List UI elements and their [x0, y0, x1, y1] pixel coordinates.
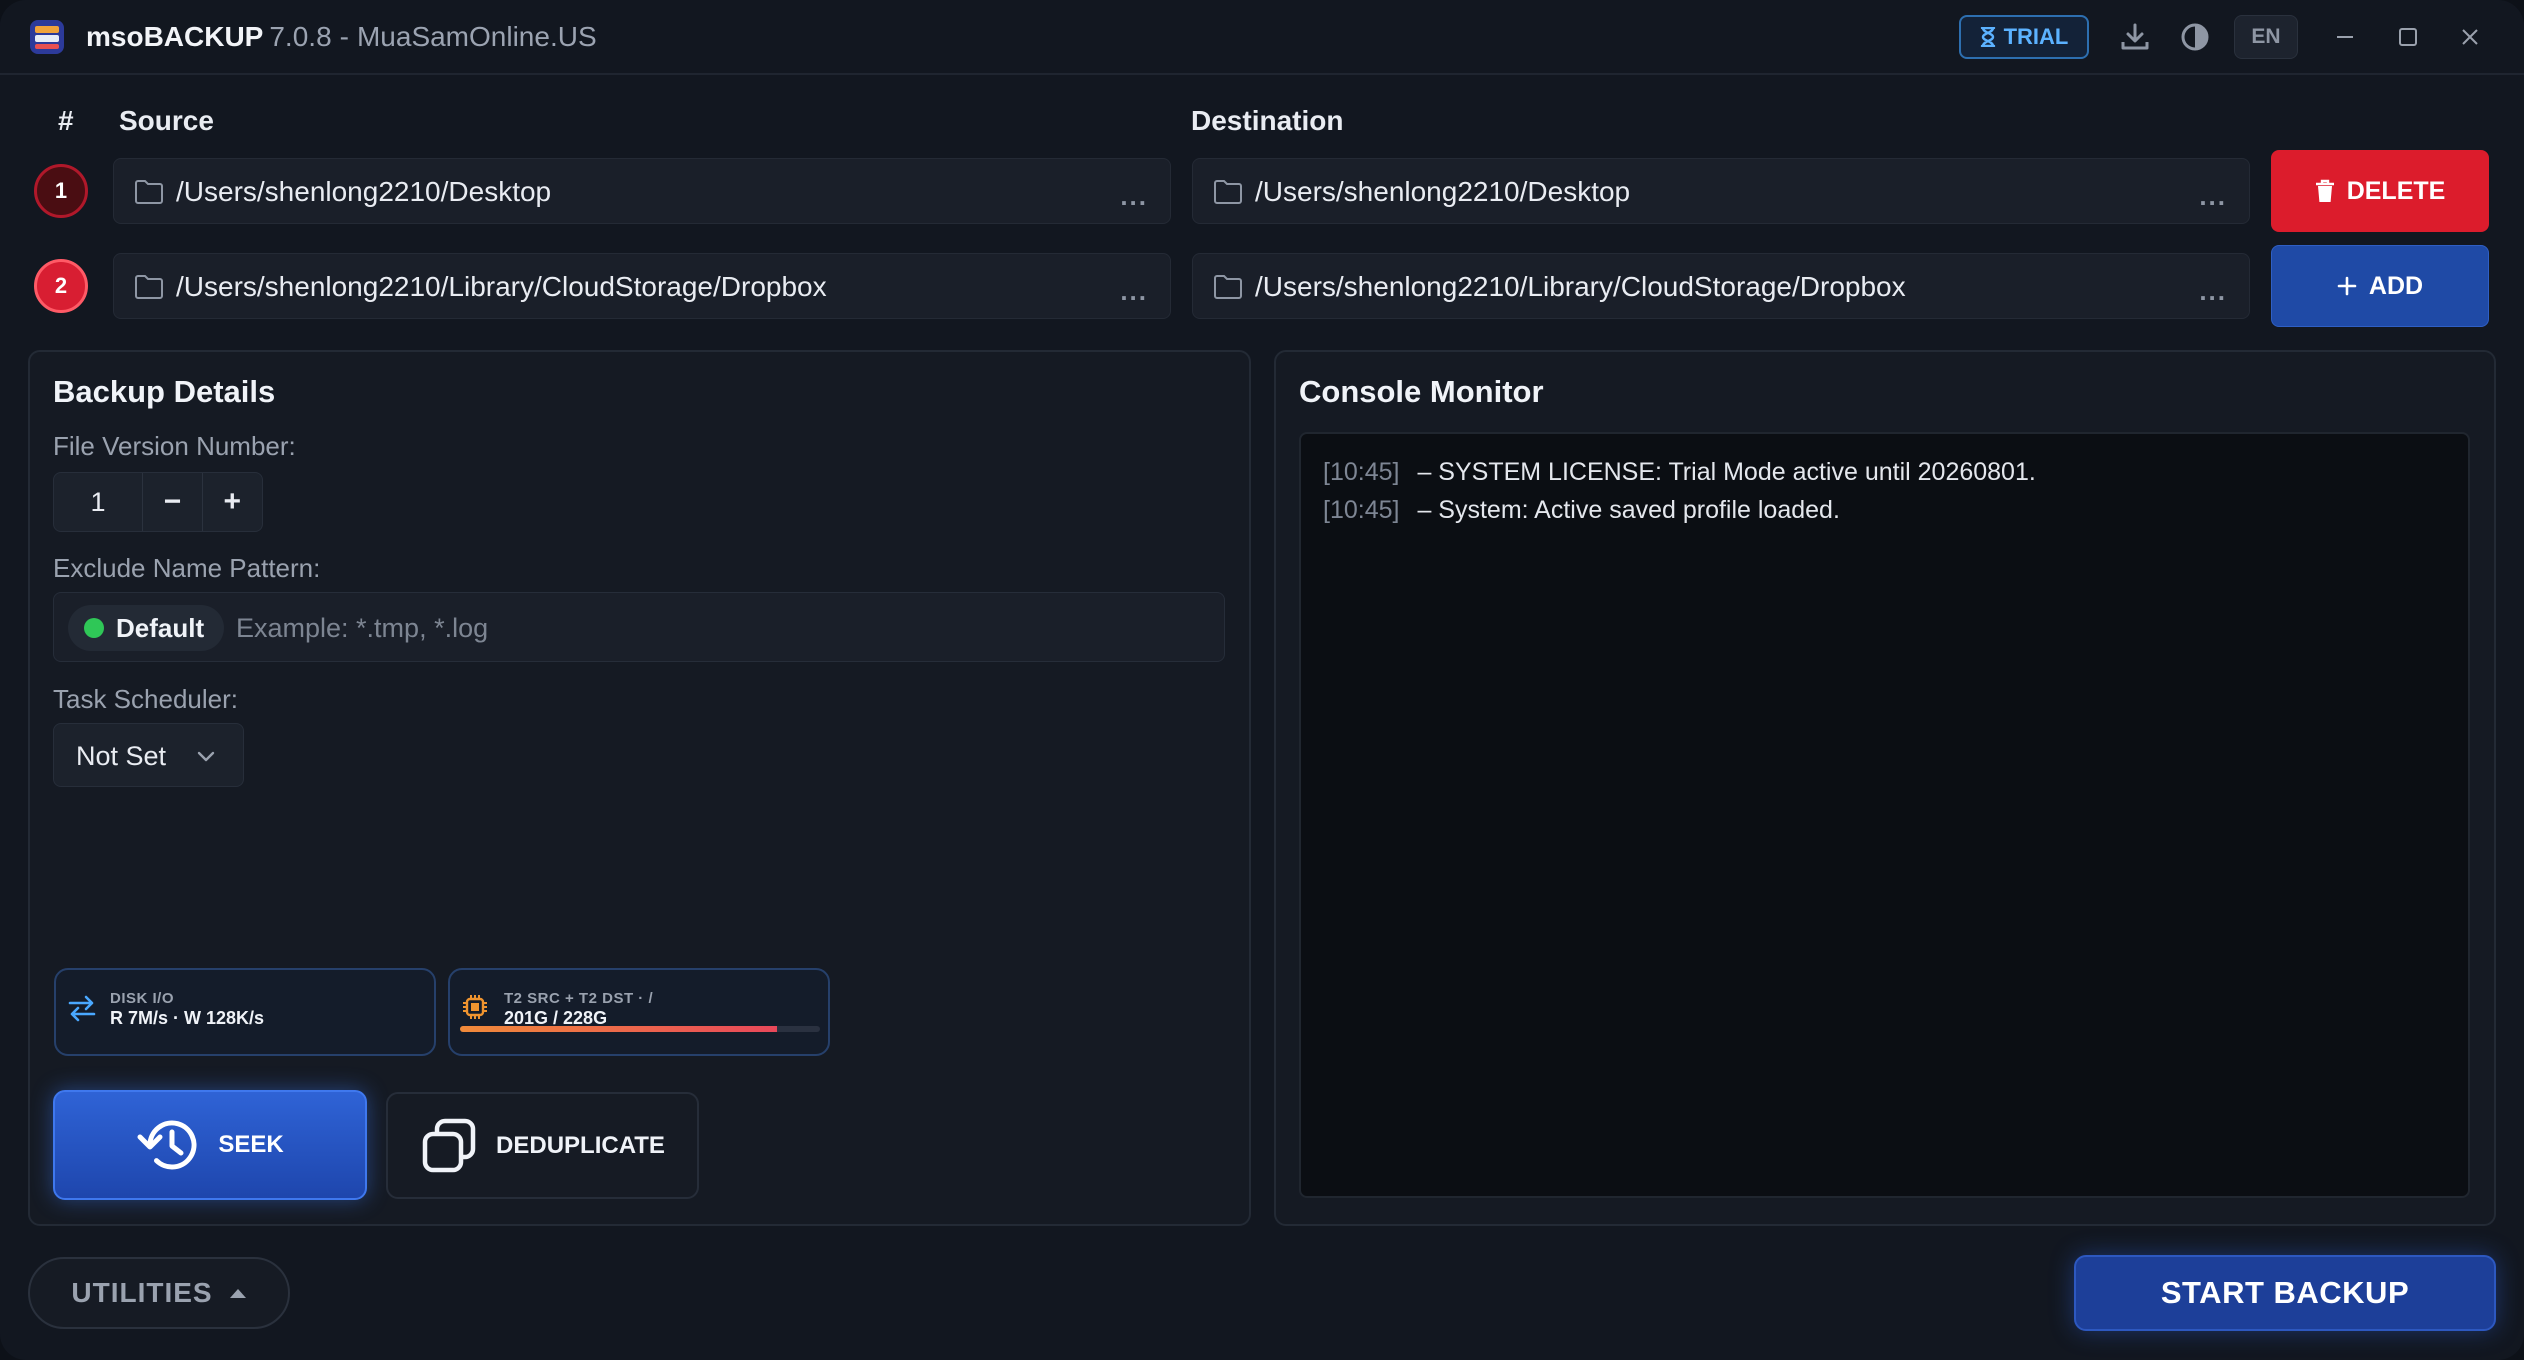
row-number-badge: 1	[34, 164, 88, 218]
seek-button[interactable]: SEEK	[53, 1090, 367, 1200]
console-title: Console Monitor	[1299, 374, 1544, 409]
status-dot	[84, 618, 104, 638]
browse-more-button[interactable]: ...	[2199, 181, 2227, 212]
app-site: MuaSamOnline.US	[356, 21, 597, 52]
folder-icon	[135, 180, 163, 204]
browse-more-button[interactable]: ...	[1120, 276, 1148, 307]
disk-io-label: DISK I/O	[110, 990, 175, 1007]
transfer-arrows-icon	[68, 995, 96, 1022]
source-path-text: /Users/shenlong2210/Library/CloudStorage…	[176, 271, 827, 302]
destination-path-text: /Users/shenlong2210/Desktop	[1255, 176, 1631, 207]
app-version: 7.0.8	[269, 21, 332, 52]
folder-icon	[1214, 180, 1242, 204]
trial-badge[interactable]: TRIAL	[1959, 15, 2089, 59]
theme-toggle-icon[interactable]	[2176, 18, 2214, 56]
version-value[interactable]: 1	[54, 473, 144, 531]
destination-column-header: Destination	[1191, 105, 1344, 136]
title-separator: -	[339, 21, 349, 52]
log-line: [10:45] – SYSTEM LICENSE: Trial Mode acti…	[1323, 456, 2036, 488]
history-icon	[137, 1120, 197, 1170]
destination-path-field[interactable]: /Users/shenlong2210/Desktop ...	[1192, 158, 2250, 224]
scheduler-label: Task Scheduler:	[53, 684, 238, 714]
storage-label: T2 SRC + T2 DST · /	[504, 990, 654, 1007]
exclude-pattern-field[interactable]: Default Example: *.tmp, *.log	[53, 592, 1225, 662]
app-logo-icon	[30, 20, 64, 54]
default-preset-chip[interactable]: Default	[68, 605, 225, 651]
seek-label: SEEK	[218, 1131, 284, 1158]
add-button[interactable]: ADD	[2271, 245, 2489, 327]
title-bar: msoBACKUP 7.0.8- MuaSamOnline.US TRIAL EN	[0, 0, 2524, 75]
trash-icon	[2315, 179, 2334, 202]
increment-button[interactable]: +	[203, 473, 262, 531]
close-icon[interactable]	[2450, 18, 2490, 56]
browse-more-button[interactable]: ...	[1120, 181, 1148, 212]
log-message: – SYSTEM LICENSE: Trial Mode active unti…	[1417, 458, 2036, 486]
console-output: [10:45] – SYSTEM LICENSE: Trial Mode acti…	[1299, 432, 2470, 1198]
log-timestamp: [10:45]	[1323, 496, 1400, 524]
source-path-field[interactable]: /Users/shenlong2210/Library/CloudStorage…	[113, 253, 1171, 319]
index-column-header: #	[58, 105, 74, 136]
delete-label: DELETE	[2346, 176, 2446, 205]
backup-details-title: Backup Details	[53, 374, 276, 409]
version-label: File Version Number:	[53, 431, 296, 461]
decrement-button[interactable]: −	[143, 473, 203, 531]
chip-icon	[463, 995, 487, 1019]
browse-more-button[interactable]: ...	[2199, 276, 2227, 307]
plus-icon	[2337, 276, 2357, 296]
storage-usage-bar	[460, 1026, 820, 1032]
add-label: ADD	[2368, 271, 2424, 300]
source-path-field[interactable]: /Users/shenlong2210/Desktop ...	[113, 158, 1171, 224]
app-title: msoBACKUP 7.0.8- MuaSamOnline.US	[86, 19, 597, 55]
storage-card: T2 SRC + T2 DST · / 201G / 228G	[448, 968, 830, 1056]
destination-path-field[interactable]: /Users/shenlong2210/Library/CloudStorage…	[1192, 253, 2250, 319]
copy-icon	[422, 1118, 476, 1172]
maximize-icon[interactable]	[2388, 18, 2428, 56]
chevron-down-icon	[197, 751, 215, 762]
folder-icon	[135, 275, 163, 299]
row-number-badge: 2	[34, 259, 88, 313]
disk-io-card: DISK I/O R 7M/s · W 128K/s	[54, 968, 436, 1056]
source-column-header: Source	[119, 105, 214, 136]
download-icon[interactable]	[2116, 18, 2154, 56]
caret-up-icon	[229, 1289, 246, 1298]
utilities-label: UTILITIES	[71, 1277, 213, 1308]
log-timestamp: [10:45]	[1323, 458, 1400, 486]
source-path-text: /Users/shenlong2210/Desktop	[176, 176, 552, 207]
app-window: msoBACKUP 7.0.8- MuaSamOnline.US TRIAL EN …	[0, 0, 2524, 1360]
language-button[interactable]: EN	[2234, 15, 2298, 59]
scheduler-value: Not Set	[76, 741, 167, 771]
disk-io-value: R 7M/s · W 128K/s	[110, 1008, 265, 1028]
app-name: msoBACKUP	[86, 21, 264, 52]
trial-label: TRIAL	[2003, 24, 2069, 49]
folder-icon	[1214, 275, 1242, 299]
storage-usage-fill	[460, 1026, 777, 1032]
log-message: – System: Active saved profile loaded.	[1417, 496, 1840, 524]
exclude-placeholder: Example: *.tmp, *.log	[236, 613, 489, 643]
utilities-button[interactable]: UTILITIES	[28, 1257, 290, 1329]
delete-button[interactable]: DELETE	[2271, 150, 2489, 232]
scheduler-select[interactable]: Not Set	[53, 723, 244, 787]
deduplicate-label: DEDUPLICATE	[496, 1131, 665, 1159]
start-backup-button[interactable]: START BACKUP	[2074, 1255, 2496, 1331]
minimize-icon[interactable]	[2325, 18, 2365, 56]
version-stepper: 1 − +	[53, 472, 263, 532]
hourglass-icon	[1980, 27, 1995, 47]
exclude-label: Exclude Name Pattern:	[53, 553, 321, 583]
destination-path-text: /Users/shenlong2210/Library/CloudStorage…	[1255, 271, 1906, 302]
deduplicate-button[interactable]: DEDUPLICATE	[386, 1092, 699, 1199]
log-line: [10:45] – System: Active saved profile lo…	[1323, 494, 1840, 526]
default-chip-label: Default	[116, 612, 205, 643]
